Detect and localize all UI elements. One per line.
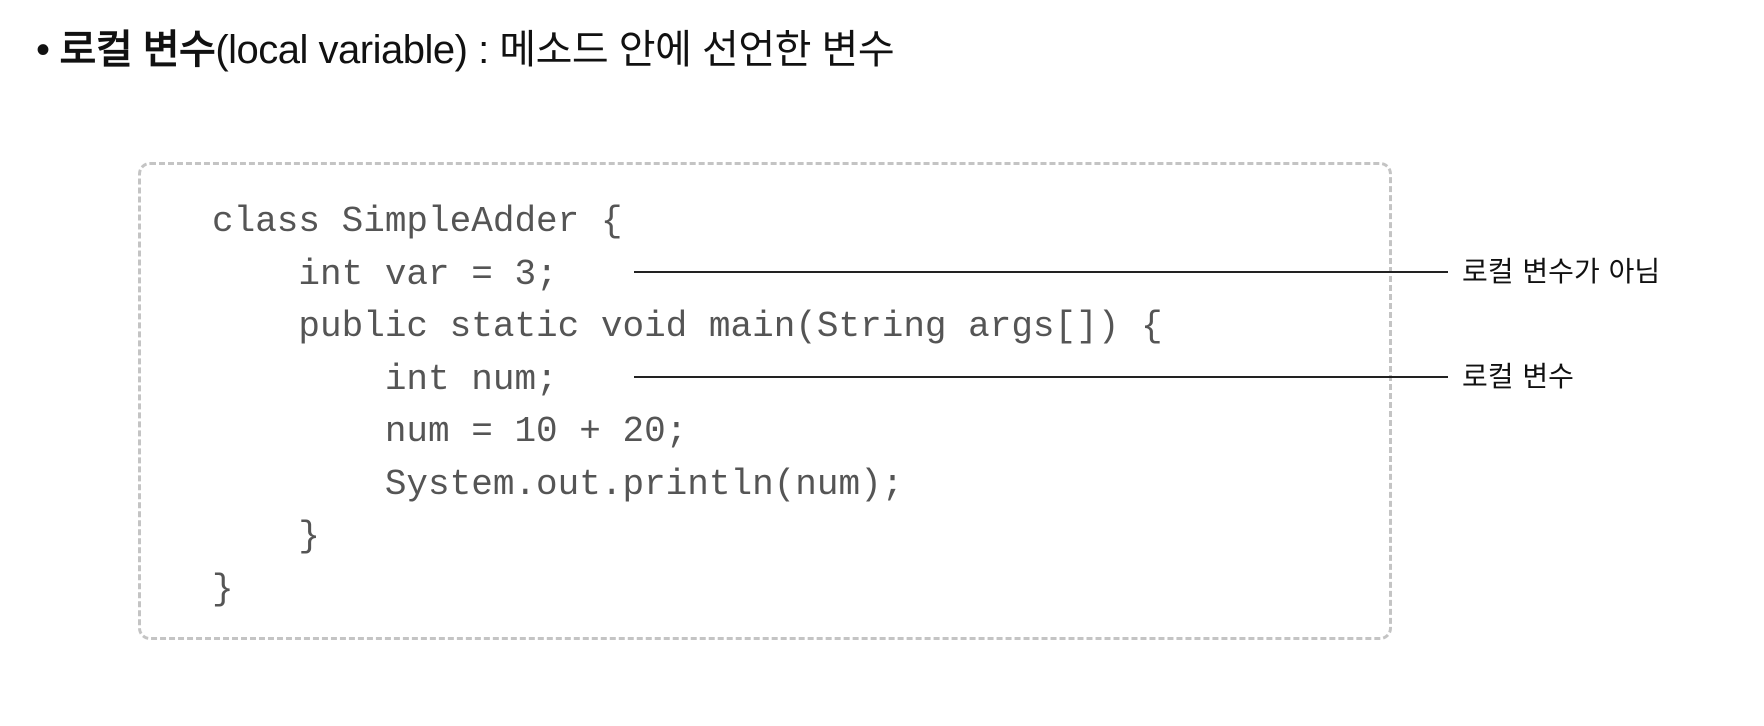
heading-description: 메소드 안에 선언한 변수	[499, 28, 895, 72]
annotation-leader-line	[634, 376, 1448, 378]
bullet: •	[36, 28, 50, 72]
code-line: }	[212, 568, 234, 610]
code-line: }	[212, 516, 321, 557]
annotation-label: 로컬 변수	[1462, 360, 1574, 393]
code-line: int var = 3;	[212, 253, 558, 295]
heading-english-term: (local variable)	[215, 28, 468, 72]
code-line: public static void main(String args[]) {	[212, 306, 1163, 347]
heading-separator: :	[467, 28, 500, 72]
code-line: System.out.println(num);	[212, 463, 904, 505]
heading: • 로컬 변수(local variable) : 메소드 안에 선언한 변수	[36, 24, 895, 76]
code-block: class SimpleAdder { int var = 3; public …	[212, 196, 1163, 616]
code-line: num = 10 + 20;	[212, 411, 688, 452]
code-line: int num;	[212, 358, 558, 400]
annotation-label: 로컬 변수가 아님	[1462, 255, 1661, 288]
code-line: class SimpleAdder {	[212, 201, 623, 242]
heading-term: 로컬 변수	[59, 28, 216, 72]
annotation-leader-line	[634, 271, 1448, 273]
